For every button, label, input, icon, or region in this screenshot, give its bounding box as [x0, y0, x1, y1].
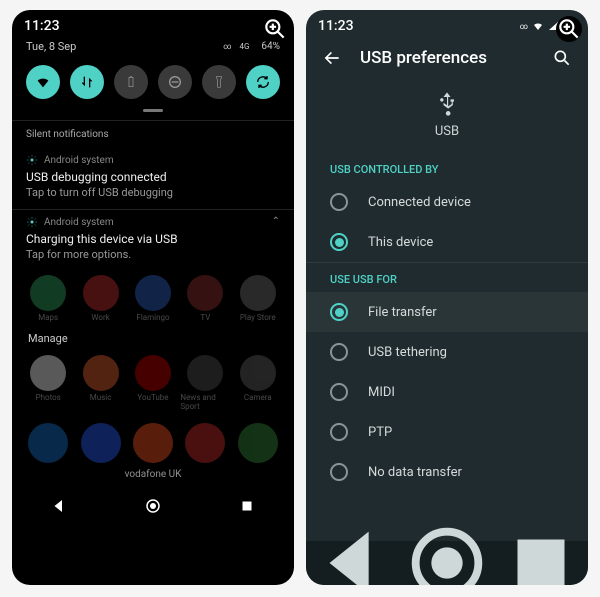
- option-file-transfer[interactable]: File transfer: [306, 292, 588, 332]
- radio-icon: [330, 343, 348, 361]
- radio-icon: [330, 463, 348, 481]
- radio-icon: [330, 423, 348, 441]
- zoom-icon[interactable]: [556, 16, 582, 42]
- radio-selected-icon: [330, 303, 348, 321]
- phone-right-usb-preferences: 11:23 ∞ USB preferences USB USB CONTROLL…: [306, 10, 588, 585]
- wifi-icon: [532, 20, 544, 32]
- option-this-device[interactable]: This device: [306, 222, 588, 262]
- chevron-up-icon[interactable]: ⌃: [272, 216, 280, 227]
- group-usb-controlled-by: USB CONTROLLED BY: [306, 153, 588, 182]
- dock: [12, 415, 294, 467]
- nav-recent[interactable]: [494, 516, 588, 585]
- page-title: USB preferences: [360, 48, 534, 68]
- option-ptp[interactable]: PTP: [306, 412, 588, 452]
- nav-back[interactable]: [50, 497, 68, 515]
- nav-recent[interactable]: [238, 497, 256, 515]
- radio-icon: [330, 193, 348, 211]
- shade-date: Tue, 8 Sep: [26, 40, 76, 53]
- home-apps-dimmed: Maps Work Flamingo TV Play Store: [12, 271, 294, 322]
- option-connected-device[interactable]: Connected device: [306, 182, 588, 222]
- navigation-bar: [12, 484, 294, 528]
- radio-icon: [330, 383, 348, 401]
- qs-dnd[interactable]: [158, 65, 192, 99]
- qs-autorotate[interactable]: [246, 65, 280, 99]
- drag-handle[interactable]: [143, 109, 163, 112]
- radio-selected-icon: [330, 233, 348, 251]
- quick-settings-row: [12, 61, 294, 107]
- status-icons-right: ∞ 4G 64%: [223, 41, 280, 52]
- qs-data[interactable]: [70, 65, 104, 99]
- manage-label[interactable]: Manage: [12, 326, 294, 351]
- nav-back[interactable]: [306, 516, 400, 585]
- option-no-data-transfer[interactable]: No data transfer: [306, 452, 588, 492]
- clock: 11:23: [24, 18, 60, 34]
- search-icon[interactable]: [552, 48, 572, 68]
- zoom-icon[interactable]: [262, 16, 288, 42]
- gear-icon: [26, 154, 38, 166]
- nav-home[interactable]: [144, 497, 162, 515]
- status-bar: 11:23: [12, 10, 294, 36]
- carrier-label: vodafone UK: [12, 467, 294, 484]
- group-use-usb-for: USE USB FOR: [306, 263, 588, 292]
- usb-icon: [433, 90, 461, 118]
- option-midi[interactable]: MIDI: [306, 372, 588, 412]
- nav-home[interactable]: [400, 516, 494, 585]
- option-usb-tethering[interactable]: USB tethering: [306, 332, 588, 372]
- qs-wifi[interactable]: [26, 65, 60, 99]
- phone-left-notification-shade: 11:23 Tue, 8 Sep ∞ 4G 64% Silent notific…: [12, 10, 294, 585]
- status-bar: 11:23 ∞: [306, 10, 588, 36]
- navigation-bar: [306, 541, 588, 585]
- qs-flashlight[interactable]: [202, 65, 236, 99]
- back-arrow-icon[interactable]: [322, 48, 342, 68]
- gear-icon: [26, 216, 38, 228]
- notification-charging-usb[interactable]: ⌃ Android system Charging this device vi…: [12, 210, 294, 271]
- usb-hero: USB: [306, 80, 588, 153]
- clock: 11:23: [318, 18, 354, 34]
- notification-usb-debugging[interactable]: Android system USB debugging connected T…: [12, 148, 294, 209]
- title-bar: USB preferences: [306, 36, 588, 80]
- qs-battery-saver[interactable]: [114, 65, 148, 99]
- section-label-silent: Silent notifications: [12, 121, 294, 148]
